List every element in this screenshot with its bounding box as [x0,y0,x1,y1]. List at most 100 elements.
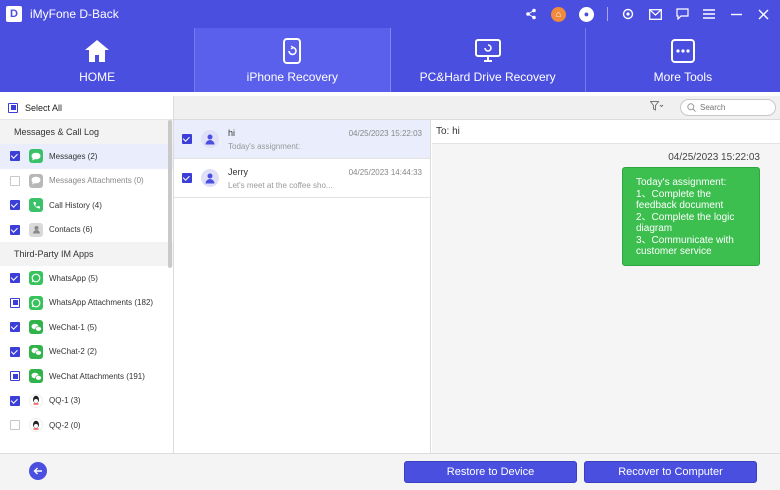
checkbox[interactable] [10,200,20,211]
category-call-history[interactable]: Call History (4) [0,193,173,218]
select-all-row[interactable]: Select All [0,96,173,120]
select-all-checkbox[interactable] [8,102,18,113]
message-row-hi[interactable]: hi Today's assignment: 04/25/2023 15:22:… [174,120,430,159]
search-box[interactable] [680,99,776,116]
message-preview: Today's assignment: [228,141,301,151]
checkbox[interactable] [10,346,20,357]
checkbox[interactable] [10,420,20,431]
conversation-recipient: To: hi [432,120,780,144]
checkbox[interactable] [10,273,20,284]
category-messages[interactable]: Messages (2) [0,144,173,169]
main-nav: HOME iPhone Recovery PC&Hard Drive Recov… [0,28,780,92]
arrow-left-icon [33,467,42,475]
category-whatsapp-attachments[interactable]: WhatsApp Attachments (182) [0,291,173,316]
checkbox[interactable] [182,134,192,144]
tab-label: PC&Hard Drive Recovery [419,70,556,84]
whatsapp-icon [29,271,43,286]
category-wechat-attachments[interactable]: WeChat Attachments (191) [0,364,173,389]
checkbox[interactable] [10,322,20,333]
share-icon[interactable] [524,7,538,21]
restore-to-device-button[interactable]: Restore to Device [404,461,577,483]
category-panel: Select All Messages & Call Log Messages … [0,96,174,453]
contact-avatar-icon [201,169,219,187]
settings-icon[interactable] [621,7,635,21]
tab-label: More Tools [653,70,713,84]
qq-icon [29,418,43,433]
tab-iphone-recovery[interactable]: iPhone Recovery [195,28,391,92]
contact-avatar-icon [201,130,219,148]
message-preview: Let's meet at the coffee sho... [228,180,333,190]
results-toolbar [174,96,780,120]
menu-icon[interactable] [702,7,716,21]
call-history-icon [29,198,43,213]
category-label: WhatsApp Attachments (182) [49,298,154,308]
tab-pc-hard-drive-recovery[interactable]: PC&Hard Drive Recovery [391,28,586,92]
category-whatsapp[interactable]: WhatsApp (5) [0,266,173,291]
category-label: Contacts (6) [49,225,93,235]
category-label: QQ-2 (0) [49,420,81,430]
message-time: 04/25/2023 15:22:03 [348,129,422,138]
pc-recovery-icon [474,38,501,64]
category-label: Messages Attachments (0) [49,176,144,186]
filter-icon[interactable] [649,101,664,114]
whatsapp-attachments-icon [29,295,43,310]
checkbox[interactable] [10,151,20,162]
wechat-icon [29,344,43,359]
checkbox[interactable] [10,371,20,382]
category-wechat-1[interactable]: WeChat-1 (5) [0,315,173,340]
app-logo: D [6,6,22,22]
search-icon [687,101,696,115]
category-label: Call History (4) [49,200,102,210]
titlebar-controls: ⌂ ● [524,0,770,28]
category-label: WeChat-2 (2) [49,347,97,357]
category-label: WeChat-1 (5) [49,322,97,332]
minimize-icon[interactable] [729,7,743,21]
messages-icon [29,149,43,164]
category-label: QQ-1 (3) [49,396,81,406]
feedback-icon[interactable] [675,7,689,21]
select-all-label: Select All [25,102,63,113]
checkbox[interactable] [10,297,20,308]
account-icon[interactable]: ● [579,6,594,22]
tab-more-tools[interactable]: More Tools [586,28,780,92]
iphone-recovery-icon [279,38,305,64]
title-bar: D iMyFone D-Back ⌂ ● [0,0,780,28]
category-qq-1[interactable]: QQ-1 (3) [0,389,173,414]
checkbox[interactable] [10,395,20,406]
section-third-party-im-apps: Third-Party IM Apps [0,242,173,266]
conversation-panel: To: hi 04/25/2023 15:22:03 Today's assig… [432,120,780,453]
category-label: Messages (2) [49,151,98,161]
message-bubble: Today's assignment: 1、Complete the feedb… [622,167,760,266]
category-label: WeChat Attachments (191) [49,371,145,381]
category-messages-attachments[interactable]: Messages Attachments (0) [0,169,173,194]
more-tools-icon [670,38,696,64]
checkbox[interactable] [10,224,20,235]
qq-icon [29,393,43,408]
close-icon[interactable] [756,7,770,21]
action-bar: Restore to Device Recover to Computer [0,453,780,490]
wechat-icon [29,320,43,335]
message-list: hi Today's assignment: 04/25/2023 15:22:… [174,120,431,453]
app-title: iMyFone D-Back [30,7,119,21]
recover-to-computer-button[interactable]: Recover to Computer [584,461,757,483]
category-qq-2[interactable]: QQ-2 (0) [0,413,173,438]
contacts-icon [29,222,43,237]
home-icon [84,38,110,64]
category-wechat-2[interactable]: WeChat-2 (2) [0,340,173,365]
category-contacts[interactable]: Contacts (6) [0,218,173,243]
search-input[interactable] [700,103,770,112]
cart-icon[interactable]: ⌂ [551,6,566,22]
conversation-timestamp: 04/25/2023 15:22:03 [668,152,760,163]
back-button[interactable] [29,462,47,480]
tab-label: iPhone Recovery [246,70,339,84]
section-messages-call-log: Messages & Call Log [0,120,173,144]
tab-label: HOME [79,70,116,84]
category-label: WhatsApp (5) [49,273,98,283]
category-scrollbar[interactable] [168,120,172,268]
checkbox[interactable] [182,173,192,183]
message-row-jerry[interactable]: Jerry Let's meet at the coffee sho... 04… [174,159,430,198]
tab-home[interactable]: HOME [0,28,196,92]
wechat-attachments-icon [29,369,43,384]
checkbox[interactable] [10,175,20,186]
mail-icon[interactable] [648,7,662,21]
